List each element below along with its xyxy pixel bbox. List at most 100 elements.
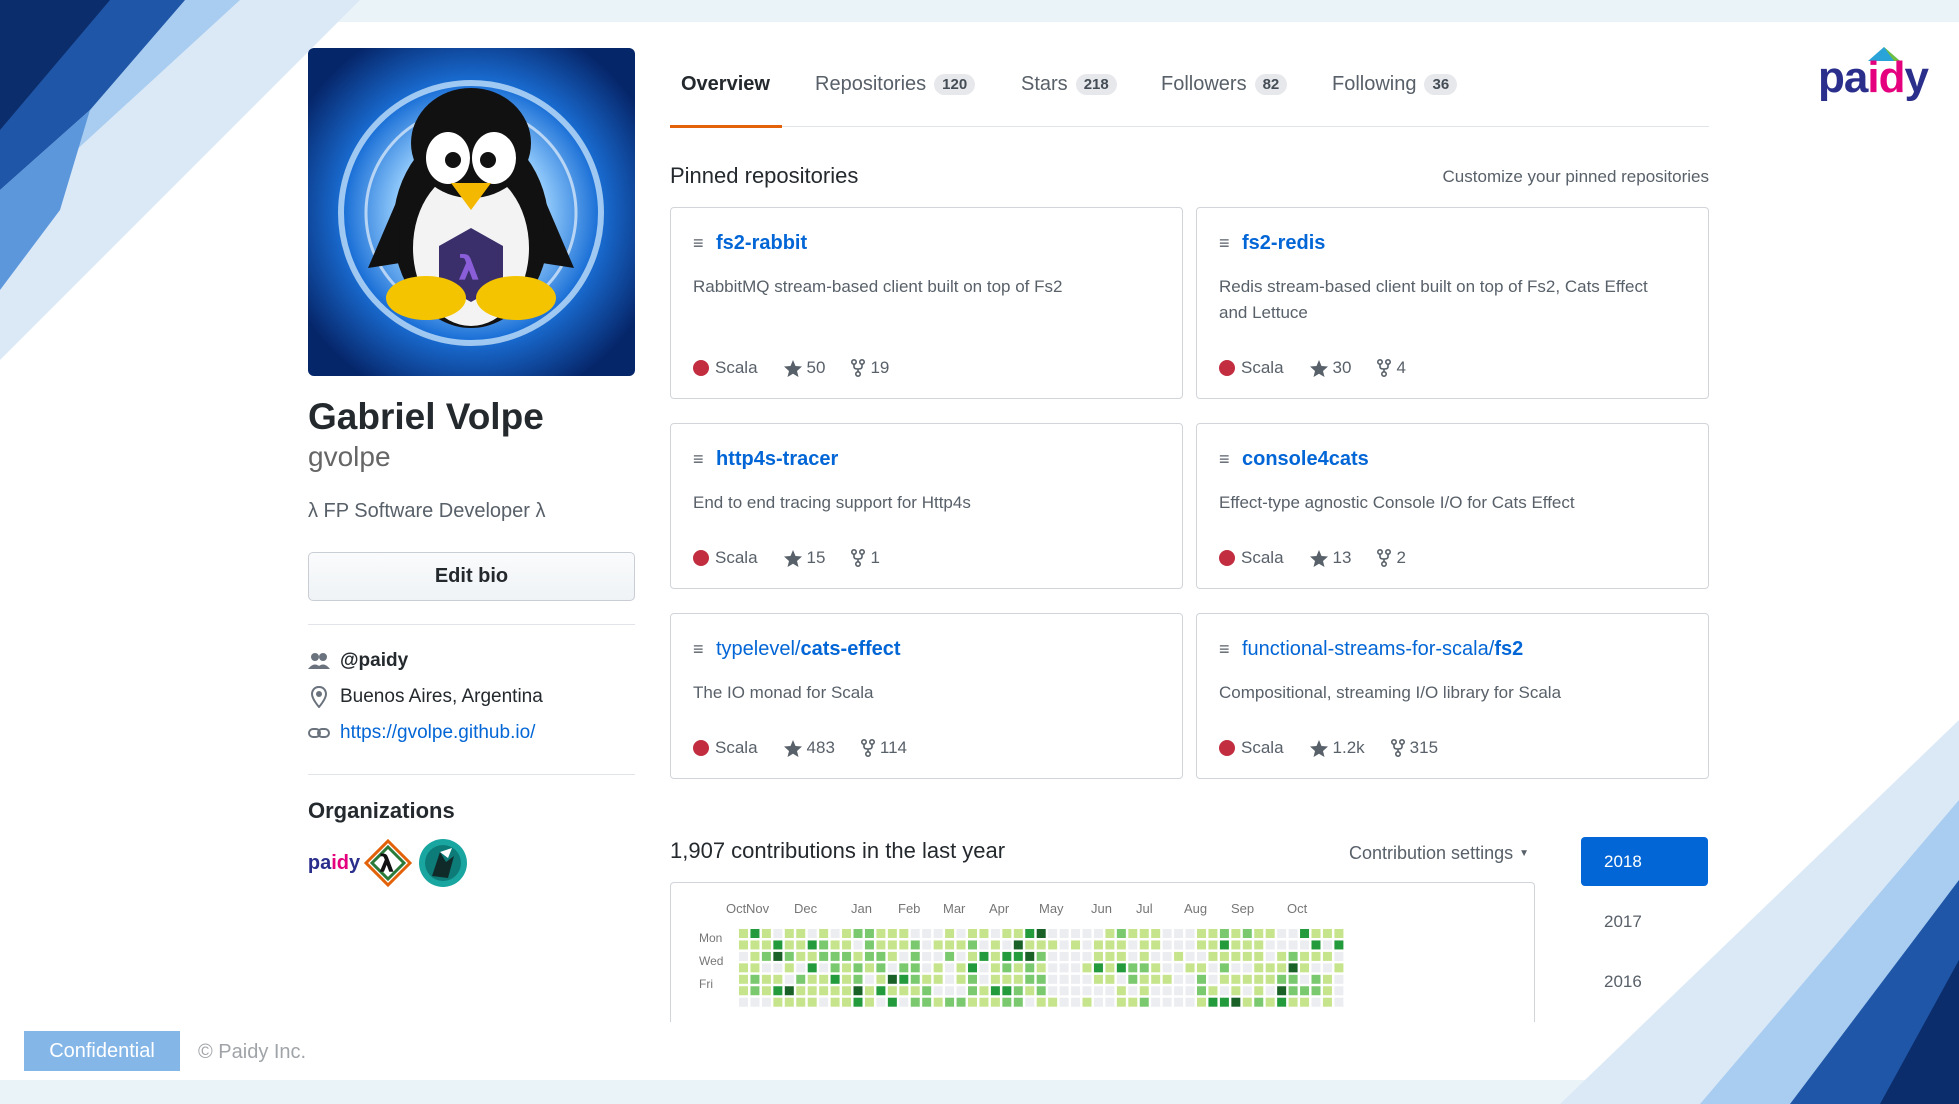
repo-link[interactable]: fs2-redis xyxy=(1242,232,1325,255)
contribution-day[interactable] xyxy=(1025,986,1035,996)
contribution-day[interactable] xyxy=(1185,940,1195,950)
tab-repositories[interactable]: Repositories 120 xyxy=(815,73,976,96)
contribution-day[interactable] xyxy=(1231,974,1241,984)
contribution-day[interactable] xyxy=(1059,963,1069,973)
contribution-day[interactable] xyxy=(956,963,966,973)
contribution-day[interactable] xyxy=(864,997,874,1007)
contribution-day[interactable] xyxy=(876,997,886,1007)
contribution-day[interactable] xyxy=(876,963,886,973)
repo-link[interactable]: functional-streams-for-scala/fs2 xyxy=(1242,638,1523,661)
contribution-day[interactable] xyxy=(1231,986,1241,996)
contribution-day[interactable] xyxy=(1059,940,1069,950)
contribution-day[interactable] xyxy=(922,986,932,996)
contribution-day[interactable] xyxy=(1219,951,1229,961)
repo-stars[interactable]: 15 xyxy=(783,548,825,568)
contribution-day[interactable] xyxy=(830,951,840,961)
contribution-day[interactable] xyxy=(1105,974,1115,984)
contribution-day[interactable] xyxy=(773,940,783,950)
contribution-day[interactable] xyxy=(1151,986,1161,996)
contribution-day[interactable] xyxy=(1013,986,1023,996)
contribution-day[interactable] xyxy=(1048,951,1058,961)
contribution-day[interactable] xyxy=(899,997,909,1007)
contribution-day[interactable] xyxy=(910,997,920,1007)
contribution-day[interactable] xyxy=(842,963,852,973)
contribution-day[interactable] xyxy=(1025,974,1035,984)
contribution-day[interactable] xyxy=(979,963,989,973)
contribution-day[interactable] xyxy=(1197,929,1206,938)
contribution-day[interactable] xyxy=(1093,974,1103,984)
contribution-day[interactable] xyxy=(1128,974,1138,984)
contribution-day[interactable] xyxy=(979,974,989,984)
contribution-day[interactable] xyxy=(1300,940,1310,950)
contribution-day[interactable] xyxy=(1116,951,1126,961)
contribution-day[interactable] xyxy=(1277,929,1287,938)
contribution-day[interactable] xyxy=(1197,963,1206,973)
contribution-day[interactable] xyxy=(968,963,977,973)
contribution-day[interactable] xyxy=(1242,951,1252,961)
contribution-day[interactable] xyxy=(1139,986,1149,996)
contribution-day[interactable] xyxy=(1059,929,1069,938)
contribution-day[interactable] xyxy=(807,974,817,984)
contribution-day[interactable] xyxy=(1197,997,1206,1007)
contribution-day[interactable] xyxy=(1322,997,1332,1007)
contribution-day[interactable] xyxy=(1311,997,1321,1007)
org-teal-avatar[interactable] xyxy=(418,838,468,888)
contribution-day[interactable] xyxy=(1151,974,1161,984)
contribution-day[interactable] xyxy=(1311,951,1321,961)
contribution-day[interactable] xyxy=(979,929,989,938)
contribution-day[interactable] xyxy=(887,986,897,996)
contribution-day[interactable] xyxy=(968,940,977,950)
contribution-day[interactable] xyxy=(819,940,829,950)
repo-forks[interactable]: 2 xyxy=(1377,548,1406,568)
contribution-day[interactable] xyxy=(819,986,829,996)
contribution-day[interactable] xyxy=(750,986,760,996)
contribution-day[interactable] xyxy=(1185,963,1195,973)
year-2018[interactable]: 2018 xyxy=(1581,837,1708,886)
contribution-day[interactable] xyxy=(1242,940,1252,950)
contribution-day[interactable] xyxy=(933,951,943,961)
contribution-day[interactable] xyxy=(1025,929,1035,938)
contribution-day[interactable] xyxy=(1208,986,1218,996)
contribution-day[interactable] xyxy=(1116,963,1126,973)
contribution-day[interactable] xyxy=(761,986,771,996)
contribution-day[interactable] xyxy=(1048,940,1058,950)
contribution-day[interactable] xyxy=(853,974,863,984)
contribution-day[interactable] xyxy=(990,963,1000,973)
contribution-day[interactable] xyxy=(933,963,943,973)
contribution-day[interactable] xyxy=(1174,951,1184,961)
contribution-day[interactable] xyxy=(1265,986,1275,996)
contribution-day[interactable] xyxy=(1300,974,1310,984)
contribution-day[interactable] xyxy=(922,929,932,938)
repo-link[interactable]: console4cats xyxy=(1242,448,1369,471)
repo-link[interactable]: typelevel/cats-effect xyxy=(716,638,901,661)
contribution-day[interactable] xyxy=(796,986,806,996)
contribution-day[interactable] xyxy=(1288,940,1298,950)
contribution-day[interactable] xyxy=(1105,986,1115,996)
contribution-day[interactable] xyxy=(1162,963,1172,973)
contribution-day[interactable] xyxy=(842,929,852,938)
year-2016[interactable]: 2016 xyxy=(1581,957,1708,1006)
contribution-day[interactable] xyxy=(1254,974,1264,984)
contribution-day[interactable] xyxy=(853,963,863,973)
contribution-day[interactable] xyxy=(739,963,748,973)
contribution-day[interactable] xyxy=(1288,997,1298,1007)
contribution-day[interactable] xyxy=(968,951,977,961)
contribution-day[interactable] xyxy=(1105,951,1115,961)
contribution-day[interactable] xyxy=(1174,929,1184,938)
contribution-day[interactable] xyxy=(876,974,886,984)
contribution-day[interactable] xyxy=(1231,940,1241,950)
contribution-day[interactable] xyxy=(1151,940,1161,950)
contribution-day[interactable] xyxy=(1219,997,1229,1007)
contribution-day[interactable] xyxy=(956,951,966,961)
contribution-day[interactable] xyxy=(1185,974,1195,984)
contribution-day[interactable] xyxy=(1185,951,1195,961)
contribution-day[interactable] xyxy=(945,940,955,950)
contribution-day[interactable] xyxy=(990,929,1000,938)
contribution-day[interactable] xyxy=(796,940,806,950)
contribution-day[interactable] xyxy=(773,974,783,984)
contribution-settings-dropdown[interactable]: Contribution settings ▼ xyxy=(1349,843,1529,864)
contribution-day[interactable] xyxy=(979,997,989,1007)
contribution-day[interactable] xyxy=(1208,940,1218,950)
contribution-day[interactable] xyxy=(1139,997,1149,1007)
contribution-day[interactable] xyxy=(1242,986,1252,996)
